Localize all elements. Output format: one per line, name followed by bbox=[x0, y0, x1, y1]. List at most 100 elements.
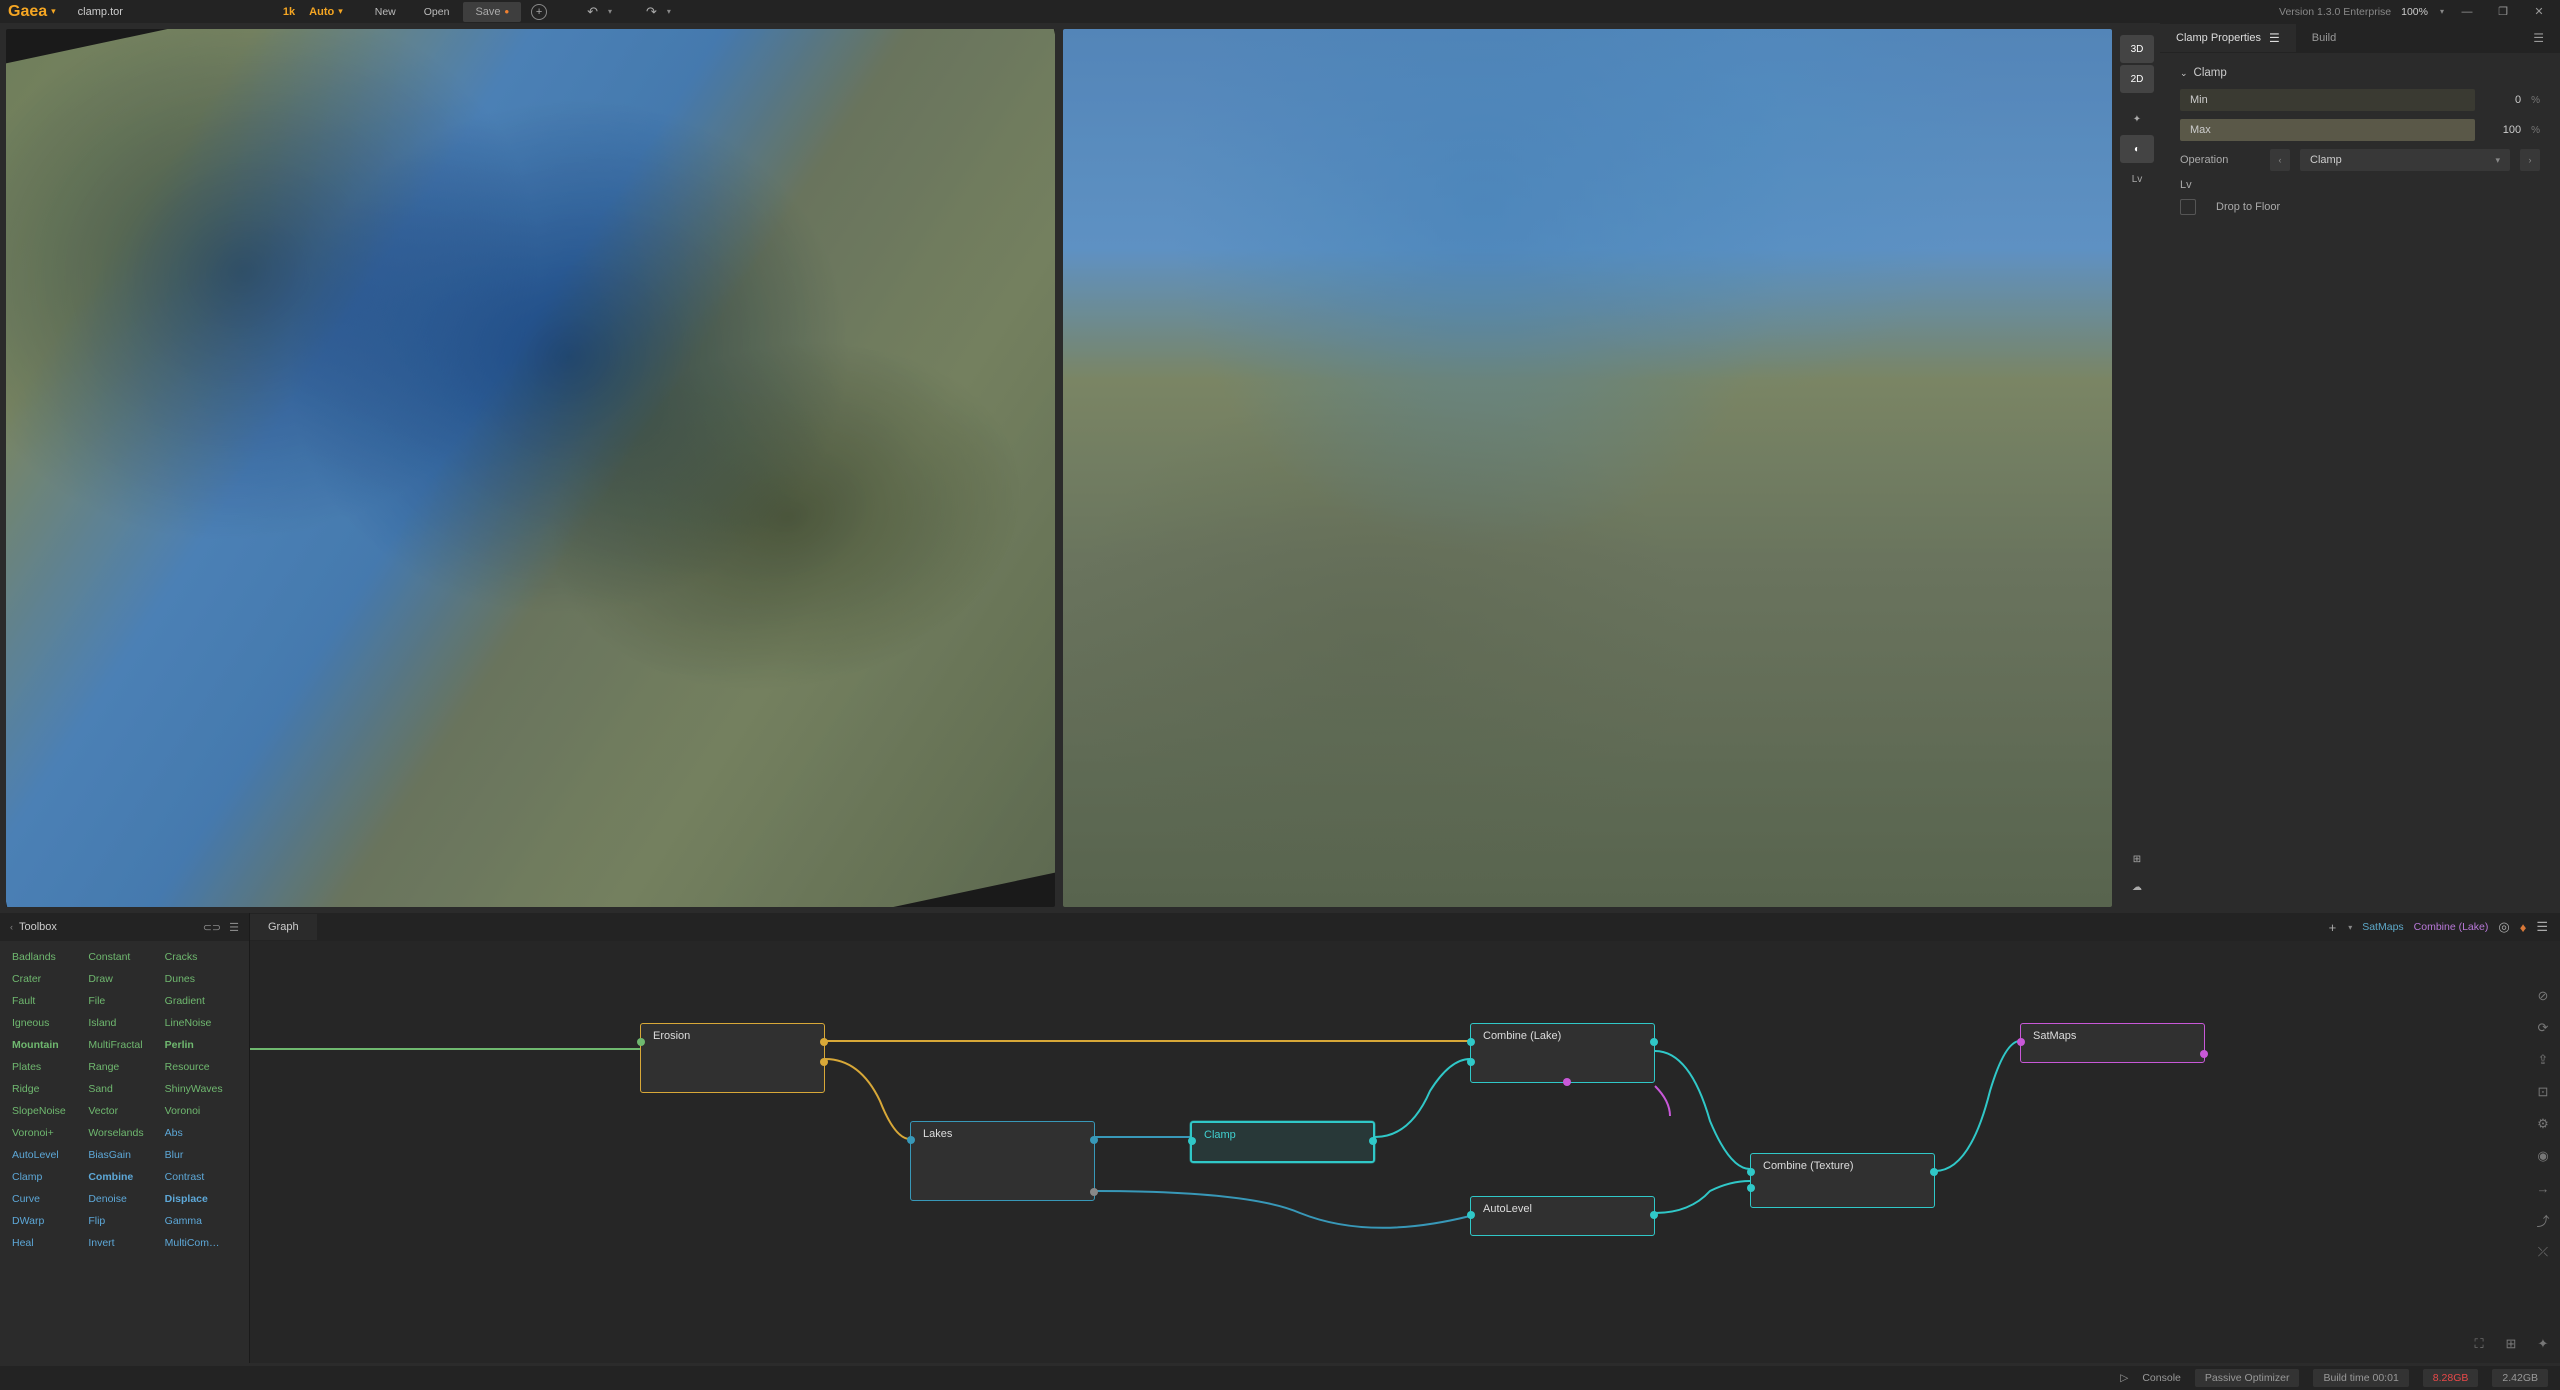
toggle-icon[interactable]: ⊂⊃ bbox=[203, 921, 221, 934]
share-icon[interactable]: ⤴ bbox=[2532, 1209, 2554, 1231]
crumb-satmaps[interactable]: SatMaps bbox=[2362, 921, 2403, 933]
maximize-button[interactable]: ❐ bbox=[2490, 2, 2516, 22]
tab-properties[interactable]: Clamp Properties ☰ bbox=[2160, 24, 2296, 52]
tab-graph[interactable]: Graph bbox=[250, 914, 317, 940]
toolbox-item-combine[interactable]: Combine bbox=[88, 1169, 160, 1185]
toolbox-item-igneous[interactable]: Igneous bbox=[12, 1015, 84, 1031]
passive-optimizer[interactable]: Passive Optimizer bbox=[2195, 1369, 2300, 1387]
toolbox-item-multicom…[interactable]: MultiCom… bbox=[165, 1235, 237, 1251]
magic-icon[interactable]: ✦ bbox=[2532, 1333, 2554, 1355]
node-combine-lake[interactable]: Combine (Lake) bbox=[1470, 1023, 1655, 1083]
play-icon[interactable]: ▷ bbox=[2120, 1372, 2128, 1384]
app-menu-caret[interactable]: ▾ bbox=[51, 6, 56, 17]
toolbox-item-worselands[interactable]: Worselands bbox=[88, 1125, 160, 1141]
node-erosion[interactable]: Erosion bbox=[640, 1023, 825, 1093]
node-clamp[interactable]: Clamp bbox=[1190, 1121, 1375, 1163]
add-caret[interactable]: ▾ bbox=[2348, 923, 2352, 932]
max-field[interactable]: Max bbox=[2180, 119, 2475, 141]
toolbox-item-blur[interactable]: Blur bbox=[165, 1147, 237, 1163]
toolbox-item-constant[interactable]: Constant bbox=[88, 949, 160, 965]
console-button[interactable]: Console bbox=[2142, 1372, 2181, 1384]
toolbox-item-draw[interactable]: Draw bbox=[88, 971, 160, 987]
toolbox-item-mountain[interactable]: Mountain bbox=[12, 1037, 84, 1053]
mode-2d-button[interactable]: 2D bbox=[2120, 65, 2154, 93]
refresh-icon[interactable]: ⟳ bbox=[2532, 1017, 2554, 1039]
toolbox-item-sand[interactable]: Sand bbox=[88, 1081, 160, 1097]
minimize-button[interactable]: — bbox=[2454, 2, 2480, 22]
node-autolevel[interactable]: AutoLevel bbox=[1470, 1196, 1655, 1236]
resolution-button[interactable]: 1k bbox=[283, 6, 295, 18]
toolbox-item-fault[interactable]: Fault bbox=[12, 993, 84, 1009]
node-combine-texture[interactable]: Combine (Texture) bbox=[1750, 1153, 1935, 1208]
toolbox-item-file[interactable]: File bbox=[88, 993, 160, 1009]
settings2-icon[interactable]: ◉ bbox=[2532, 1145, 2554, 1167]
zoom-label[interactable]: 100% bbox=[2401, 6, 2428, 18]
toolbox-item-autolevel[interactable]: AutoLevel bbox=[12, 1147, 84, 1163]
op-prev-button[interactable]: ‹ bbox=[2270, 149, 2290, 171]
mode-3d-button[interactable]: 3D bbox=[2120, 35, 2154, 63]
toolbox-item-dwarp[interactable]: DWarp bbox=[12, 1213, 84, 1229]
toolbox-item-invert[interactable]: Invert bbox=[88, 1235, 160, 1251]
viewport-3d[interactable] bbox=[6, 29, 1055, 907]
toolbox-item-biasgain[interactable]: BiasGain bbox=[88, 1147, 160, 1163]
toolbox-item-crater[interactable]: Crater bbox=[12, 971, 84, 987]
redo-caret[interactable]: ▾ bbox=[667, 7, 671, 16]
undo-icon[interactable]: ↶ bbox=[587, 4, 598, 20]
toolbox-item-resource[interactable]: Resource bbox=[165, 1059, 237, 1075]
sphere-icon[interactable]: ◐ bbox=[2120, 135, 2154, 163]
toolbox-item-linenoise[interactable]: LineNoise bbox=[165, 1015, 237, 1031]
toolbox-item-flip[interactable]: Flip bbox=[88, 1213, 160, 1229]
drop-checkbox[interactable] bbox=[2180, 199, 2196, 215]
pin-icon[interactable]: ⊡ bbox=[2532, 1081, 2554, 1103]
toolbox-item-denoise[interactable]: Denoise bbox=[88, 1191, 160, 1207]
toolbox-item-abs[interactable]: Abs bbox=[165, 1125, 237, 1141]
flame-icon[interactable]: ♦ bbox=[2520, 920, 2527, 935]
toolbox-item-cracks[interactable]: Cracks bbox=[165, 949, 237, 965]
grid-icon[interactable]: ⊞ bbox=[2120, 845, 2154, 873]
node-lakes[interactable]: Lakes bbox=[910, 1121, 1095, 1201]
redo-icon[interactable]: ↷ bbox=[646, 4, 657, 20]
new-button[interactable]: New bbox=[361, 2, 410, 22]
toolbox-item-badlands[interactable]: Badlands bbox=[12, 949, 84, 965]
min-field[interactable]: Min bbox=[2180, 89, 2475, 111]
disable-icon[interactable]: ⊘ bbox=[2532, 985, 2554, 1007]
close-button[interactable]: ✕ bbox=[2526, 2, 2552, 22]
section-caret-icon[interactable]: ⌄ bbox=[2180, 68, 2188, 79]
toolbox-collapse-icon[interactable]: ‹ bbox=[10, 922, 13, 932]
open-button[interactable]: Open bbox=[410, 2, 464, 22]
toolbox-item-plates[interactable]: Plates bbox=[12, 1059, 84, 1075]
operation-select[interactable]: Clamp ▾ bbox=[2300, 149, 2510, 171]
tab-menu[interactable]: ☰ bbox=[2517, 24, 2560, 52]
add-node-icon[interactable]: + bbox=[2329, 920, 2337, 935]
menu-icon[interactable]: ☰ bbox=[229, 921, 239, 934]
layout-icon[interactable]: ⊞ bbox=[2500, 1333, 2522, 1355]
toolbox-item-gradient[interactable]: Gradient bbox=[165, 993, 237, 1009]
save-button[interactable]: Save • bbox=[463, 2, 521, 22]
op-next-button[interactable]: › bbox=[2520, 149, 2540, 171]
toolbox-item-contrast[interactable]: Contrast bbox=[165, 1169, 237, 1185]
toolbox-item-voronoi+[interactable]: Voronoi+ bbox=[12, 1125, 84, 1141]
gear-icon[interactable]: ⚙ bbox=[2532, 1113, 2554, 1135]
lv-button[interactable]: Lv bbox=[2120, 165, 2154, 193]
undo-caret[interactable]: ▾ bbox=[608, 7, 612, 16]
light-icon[interactable]: ✦ bbox=[2120, 105, 2154, 133]
zoom-caret[interactable]: ▾ bbox=[2440, 7, 2444, 16]
toolbox-item-gamma[interactable]: Gamma bbox=[165, 1213, 237, 1229]
toolbox-item-island[interactable]: Island bbox=[88, 1015, 160, 1031]
toolbox-item-heal[interactable]: Heal bbox=[12, 1235, 84, 1251]
add-button[interactable]: + bbox=[531, 4, 547, 20]
toolbox-item-ridge[interactable]: Ridge bbox=[12, 1081, 84, 1097]
toolbox-item-clamp[interactable]: Clamp bbox=[12, 1169, 84, 1185]
toolbox-item-curve[interactable]: Curve bbox=[12, 1191, 84, 1207]
toolbox-item-vector[interactable]: Vector bbox=[88, 1103, 160, 1119]
toolbox-item-multifractal[interactable]: MultiFractal bbox=[88, 1037, 160, 1053]
viewport-2d[interactable] bbox=[1063, 29, 2112, 907]
auto-button[interactable]: Auto bbox=[309, 6, 334, 18]
toolbox-item-voronoi[interactable]: Voronoi bbox=[165, 1103, 237, 1119]
toolbox-item-displace[interactable]: Displace bbox=[165, 1191, 237, 1207]
toolbox-item-range[interactable]: Range bbox=[88, 1059, 160, 1075]
toolbox-item-perlin[interactable]: Perlin bbox=[165, 1037, 237, 1053]
graph-canvas[interactable]: Erosion Lakes Clamp Combine (Lake) bbox=[250, 941, 2560, 1363]
auto-caret[interactable]: ▾ bbox=[338, 6, 343, 17]
toolbox-item-shinywaves[interactable]: ShinyWaves bbox=[165, 1081, 237, 1097]
